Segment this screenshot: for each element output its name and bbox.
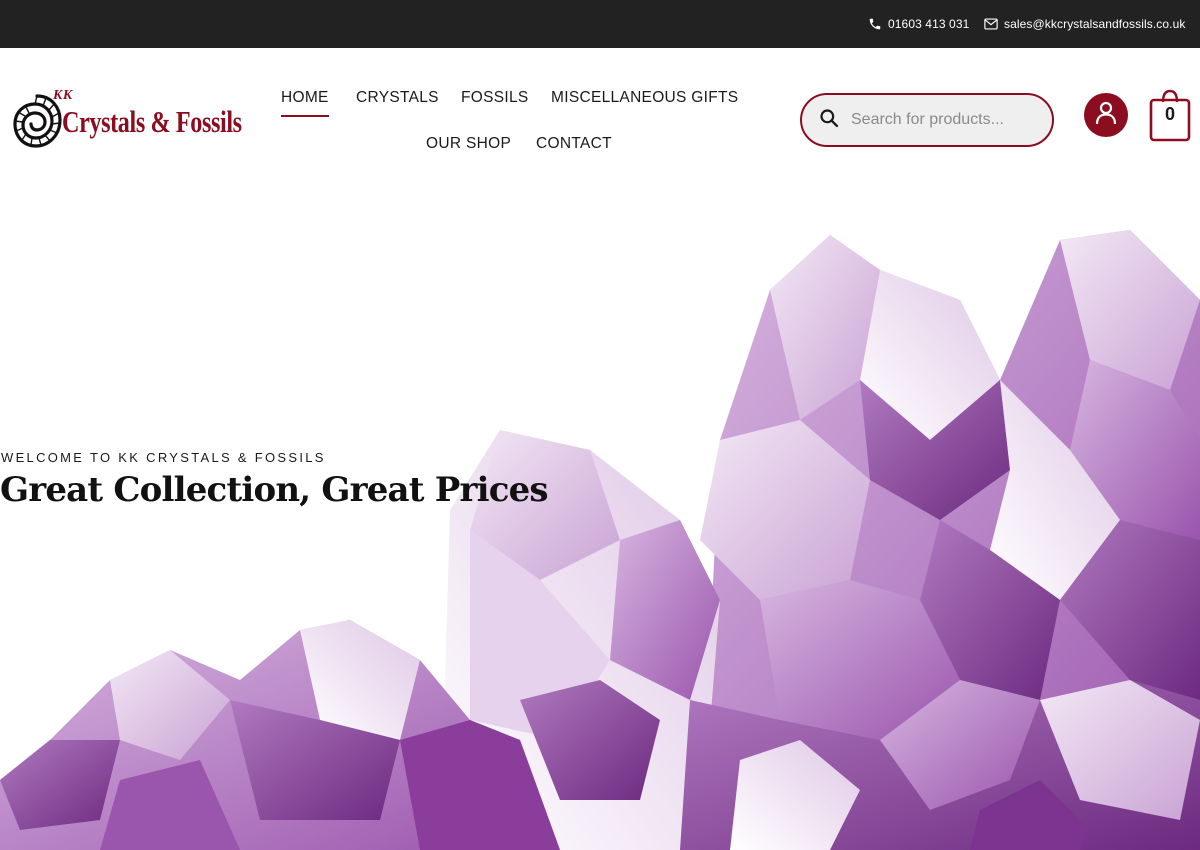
phone-number: 01603 413 031 <box>888 17 970 31</box>
nav-contact[interactable]: CONTACT <box>536 135 612 153</box>
user-icon <box>1095 101 1117 130</box>
search-icon[interactable] <box>819 108 839 133</box>
phone-icon <box>868 17 882 31</box>
top-contact-bar: 01603 413 031 sales@kkcrystalsandfossils… <box>0 0 1200 48</box>
cart-button[interactable]: 0 <box>1149 88 1191 142</box>
email-contact[interactable]: sales@kkcrystalsandfossils.co.uk <box>984 0 1185 48</box>
email-address: sales@kkcrystalsandfossils.co.uk <box>1004 17 1186 31</box>
search-input[interactable] <box>851 111 1031 129</box>
nav-miscellaneous-gifts[interactable]: MISCELLANEOUS GIFTS <box>551 89 738 107</box>
hero-eyebrow: WELCOME TO KK CRYSTALS & FOSSILS <box>1 450 326 465</box>
cart-count: 0 <box>1164 104 1175 124</box>
nav-fossils[interactable]: FOSSILS <box>461 89 529 107</box>
search-box[interactable] <box>800 93 1054 147</box>
hero-headline: Great Collection, Great Prices <box>0 470 549 510</box>
shopping-bag-icon <box>1149 89 1191 146</box>
account-button[interactable] <box>1084 93 1128 137</box>
nav-home[interactable]: HOME <box>281 89 329 117</box>
nav-our-shop[interactable]: OUR SHOP <box>426 135 511 153</box>
phone-contact[interactable]: 01603 413 031 <box>868 0 969 48</box>
nav-crystals[interactable]: CRYSTALS <box>356 89 439 107</box>
amethyst-crystals-image <box>0 230 1200 850</box>
site-header: KK Crystals & Fossils HOME CRYSTALS FOSS… <box>0 48 1200 180</box>
hero-banner: WELCOME TO KK CRYSTALS & FOSSILS Great C… <box>0 180 1200 850</box>
envelope-icon <box>984 18 998 30</box>
